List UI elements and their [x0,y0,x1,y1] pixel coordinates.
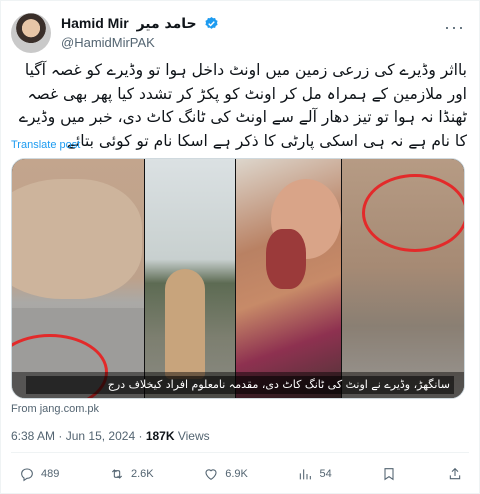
link-source[interactable]: From jang.com.pk [11,403,99,415]
more-options-icon[interactable]: ··· [444,17,465,38]
author-name-urdu[interactable]: حامد میر [137,16,197,32]
post-meta: 6:38 AM · Jun 15, 2024 · 187K Views [11,429,210,443]
media-image-camel-field [145,159,235,398]
translate-post-link[interactable]: Translate post [11,139,80,151]
divider [11,452,469,453]
author-handle[interactable]: @HamidMirPAK [61,35,155,50]
author-name-row[interactable]: Hamid Mir حامد میر [61,15,219,32]
post-time[interactable]: 6:38 AM [11,429,55,443]
camel-shape [165,269,205,379]
media-image-injured-camel [236,159,341,398]
author-name[interactable]: Hamid Mir [61,15,129,31]
analytics-icon [300,469,312,480]
bookmark-button[interactable] [381,466,397,482]
like-count: 6.9K [225,468,248,480]
camel-head-shape [12,179,142,299]
repost-icon [111,469,123,479]
views-count: 187K [145,429,175,443]
share-icon [449,467,461,480]
share-button[interactable] [447,466,463,482]
reply-icon [21,468,33,482]
avatar[interactable] [11,13,51,53]
reply-count: 489 [41,468,60,480]
repost-count: 2.6K [130,468,154,480]
media-image-camel-leg [12,159,144,398]
post-card: Hamid Mir حامد میر @HamidMirPAK ··· بااث… [0,0,480,494]
verified-badge-icon [204,16,218,29]
action-bar: 489 2.6K 6.9K 54 [19,464,463,484]
views-button[interactable]: 54 [297,466,332,482]
highlight-circle [362,174,464,252]
media-image-camel-lying [342,159,464,398]
reply-button[interactable]: 489 [19,466,59,482]
like-button[interactable]: 6.9K [203,466,248,482]
repost-button[interactable]: 2.6K [109,466,154,482]
post-media[interactable]: سانگھڑ، وڈیرے نے اونٹ کی ٹانگ کاٹ دی، مق… [11,158,465,399]
media-caption: سانگھڑ، وڈیرے نے اونٹ کی ٹانگ کاٹ دی، مق… [26,376,454,394]
post-header: Hamid Mir حامد میر @HamidMirPAK ··· [11,11,469,53]
bookmark-icon [384,468,394,481]
heart-icon [205,469,217,480]
bookmark-count: 54 [319,468,332,480]
wound-shape [266,229,306,289]
views-label: Views [177,429,210,443]
post-date[interactable]: Jun 15, 2024 [66,429,135,443]
